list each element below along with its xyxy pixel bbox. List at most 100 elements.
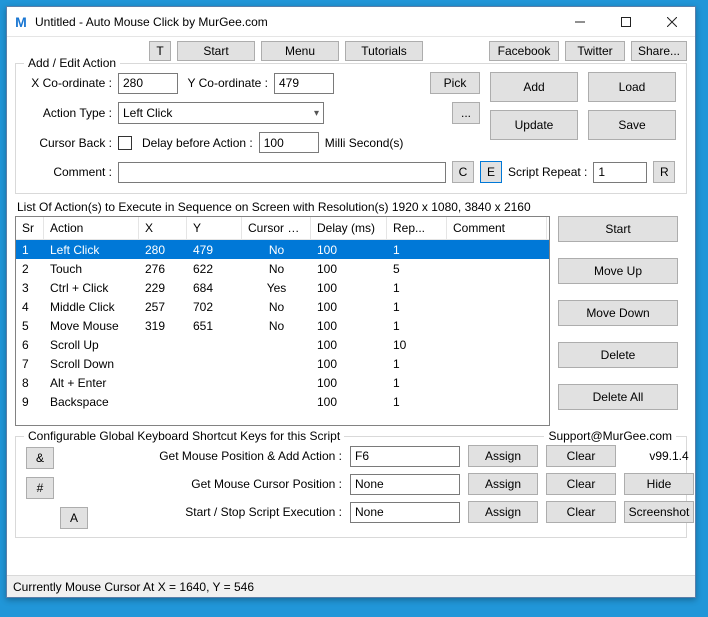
shortcut-title: Configurable Global Keyboard Shortcut Ke…: [24, 429, 344, 443]
cell-comment: [447, 287, 547, 289]
move-up-button[interactable]: Move Up: [558, 258, 678, 284]
table-row[interactable]: 5Move Mouse319651No1001: [16, 316, 549, 335]
pick-button[interactable]: Pick: [430, 72, 480, 94]
hide-button[interactable]: Hide: [624, 473, 694, 495]
startstop-input[interactable]: [350, 502, 460, 523]
close-button[interactable]: [649, 7, 695, 37]
comment-input[interactable]: [118, 162, 446, 183]
clear-button-2[interactable]: Clear: [546, 473, 616, 495]
table-row[interactable]: 4Middle Click257702No1001: [16, 297, 549, 316]
table-row[interactable]: 9Backspace1001: [16, 392, 549, 411]
table-row[interactable]: 8Alt + Enter1001: [16, 373, 549, 392]
delay-input[interactable]: [259, 132, 319, 153]
cell-cb: No: [242, 299, 311, 315]
cell-sr: 5: [16, 318, 44, 334]
getpos-input[interactable]: [350, 474, 460, 495]
cell-x: [139, 382, 187, 384]
start-button[interactable]: Start: [558, 216, 678, 242]
action-type-select[interactable]: Left Click ▾: [118, 102, 324, 124]
clear-button-1[interactable]: Clear: [546, 445, 616, 467]
delete-button[interactable]: Delete: [558, 342, 678, 368]
cell-y: [187, 344, 242, 346]
cell-delay: 100: [311, 337, 387, 353]
cell-comment: [447, 306, 547, 308]
script-repeat-label: Script Repeat :: [508, 165, 587, 179]
maximize-button[interactable]: [603, 7, 649, 37]
e-button[interactable]: E: [480, 161, 502, 183]
col-delay[interactable]: Delay (ms): [311, 217, 387, 239]
clear-button-3[interactable]: Clear: [546, 501, 616, 523]
cell-action: Backspace: [44, 394, 139, 410]
cell-comment: [447, 363, 547, 365]
table-row[interactable]: 1Left Click280479No1001: [16, 240, 549, 259]
cell-y: [187, 382, 242, 384]
col-action[interactable]: Action: [44, 217, 139, 239]
cell-delay: 100: [311, 261, 387, 277]
cell-action: Scroll Up: [44, 337, 139, 353]
table-row[interactable]: 2Touch276622No1005: [16, 259, 549, 278]
update-button[interactable]: Update: [490, 110, 578, 140]
c-button[interactable]: C: [452, 161, 474, 183]
action-type-value: Left Click: [123, 106, 172, 120]
cell-y: [187, 363, 242, 365]
support-link[interactable]: Support@MurGee.com: [544, 429, 676, 443]
action-table[interactable]: Sr Action X Y Cursor B... Delay (ms) Rep…: [15, 216, 550, 426]
app-window: M Untitled - Auto Mouse Click by MurGee.…: [6, 6, 696, 598]
x-coord-label: X Co-ordinate :: [26, 76, 112, 90]
cell-comment: [447, 249, 547, 251]
t-button[interactable]: T: [149, 41, 171, 61]
script-repeat-input[interactable]: [593, 162, 647, 183]
cell-x: 319: [139, 318, 187, 334]
assign-button-3[interactable]: Assign: [468, 501, 538, 523]
y-coord-label: Y Co-ordinate :: [184, 76, 268, 90]
col-cursor-back[interactable]: Cursor B...: [242, 217, 311, 239]
delete-all-button[interactable]: Delete All: [558, 384, 678, 410]
table-row[interactable]: 3Ctrl + Click229684Yes1001: [16, 278, 549, 297]
col-repeat[interactable]: Rep...: [387, 217, 447, 239]
cell-cb: [242, 363, 311, 365]
col-sr[interactable]: Sr: [16, 217, 44, 239]
cell-x: 229: [139, 280, 187, 296]
cell-action: Alt + Enter: [44, 375, 139, 391]
load-button[interactable]: Load: [588, 72, 676, 102]
cell-rep: 5: [387, 261, 447, 277]
save-button[interactable]: Save: [588, 110, 676, 140]
ellipsis-button[interactable]: ...: [452, 102, 480, 124]
assign-button-2[interactable]: Assign: [468, 473, 538, 495]
table-row[interactable]: 6Scroll Up10010: [16, 335, 549, 354]
col-y[interactable]: Y: [187, 217, 242, 239]
cell-comment: [447, 382, 547, 384]
cell-y: 479: [187, 242, 242, 258]
y-coord-input[interactable]: [274, 73, 334, 94]
facebook-button[interactable]: Facebook: [489, 41, 559, 61]
comment-label: Comment :: [26, 165, 112, 179]
cell-sr: 7: [16, 356, 44, 372]
cell-delay: 100: [311, 394, 387, 410]
screenshot-button[interactable]: Screenshot: [624, 501, 694, 523]
col-comment[interactable]: Comment: [447, 217, 547, 239]
col-x[interactable]: X: [139, 217, 187, 239]
amp-button[interactable]: &: [26, 447, 54, 469]
assign-button-1[interactable]: Assign: [468, 445, 538, 467]
twitter-button[interactable]: Twitter: [565, 41, 625, 61]
getpos-add-input[interactable]: [350, 446, 460, 467]
r-button[interactable]: R: [653, 161, 675, 183]
x-coord-input[interactable]: [118, 73, 178, 94]
start-top-button[interactable]: Start: [177, 41, 255, 61]
getpos-label: Get Mouse Cursor Position :: [96, 477, 342, 491]
menu-button[interactable]: Menu: [261, 41, 339, 61]
add-button[interactable]: Add: [490, 72, 578, 102]
a-button[interactable]: A: [60, 507, 88, 529]
move-down-button[interactable]: Move Down: [558, 300, 678, 326]
cell-comment: [447, 268, 547, 270]
hash-button[interactable]: #: [26, 477, 54, 499]
cell-cb: Yes: [242, 280, 311, 296]
tutorials-button[interactable]: Tutorials: [345, 41, 423, 61]
share-button[interactable]: Share...: [631, 41, 687, 61]
cell-sr: 6: [16, 337, 44, 353]
cell-action: Ctrl + Click: [44, 280, 139, 296]
minimize-button[interactable]: [557, 7, 603, 37]
table-row[interactable]: 7Scroll Down1001: [16, 354, 549, 373]
cursor-back-checkbox[interactable]: [118, 136, 132, 150]
cell-sr: 4: [16, 299, 44, 315]
